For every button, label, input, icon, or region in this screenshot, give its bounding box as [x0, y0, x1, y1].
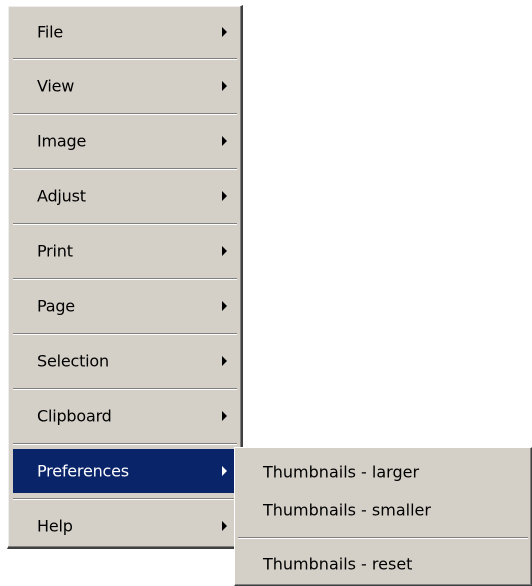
submenu-item-thumbnails-reset[interactable]: Thumbnails - reset: [238, 546, 528, 582]
menu-separator: [13, 168, 237, 170]
menu-separator: [13, 58, 237, 60]
submenu-item-thumbnails-larger[interactable]: Thumbnails - larger: [238, 454, 528, 490]
preferences-submenu: Thumbnails - larger Thumbnails - smaller…: [234, 447, 532, 586]
menu-item-label: Preferences: [37, 461, 129, 481]
menu-item-label: Help: [37, 516, 73, 536]
menu-item-label: View: [37, 76, 75, 96]
menu-item-page[interactable]: Page: [13, 284, 237, 328]
menu-item-label: File: [37, 22, 63, 42]
submenu-item-thumbnails-smaller[interactable]: Thumbnails - smaller: [238, 492, 528, 528]
menu-separator: [13, 388, 237, 390]
menu-separator: [13, 278, 237, 280]
menu-item-selection[interactable]: Selection: [13, 339, 237, 383]
chevron-right-icon: [222, 27, 227, 37]
menu-separator: [13, 443, 237, 445]
menu-item-help[interactable]: Help: [13, 504, 237, 548]
menu-item-label: Clipboard: [37, 406, 112, 426]
chevron-right-icon: [222, 301, 227, 311]
menu-item-preferences[interactable]: Preferences: [13, 449, 237, 493]
screen: File View Image Adjust Print Page Select…: [0, 0, 532, 586]
chevron-right-icon: [222, 81, 227, 91]
menu-item-adjust[interactable]: Adjust: [13, 174, 237, 218]
chevron-right-icon: [222, 411, 227, 421]
chevron-right-icon: [222, 246, 227, 256]
menu-item-label: Image: [37, 131, 87, 151]
menu-item-label: Page: [37, 296, 75, 316]
menu-separator: [13, 223, 237, 225]
menu-item-print[interactable]: Print: [13, 229, 237, 273]
submenu-separator: [238, 537, 528, 539]
menu-item-label: Adjust: [37, 186, 86, 206]
chevron-right-icon: [222, 356, 227, 366]
menu-item-view[interactable]: View: [13, 64, 237, 108]
menu-separator: [13, 333, 237, 335]
chevron-right-icon: [222, 521, 227, 531]
menu-item-file[interactable]: File: [13, 10, 237, 54]
menu-item-label: Print: [37, 241, 73, 261]
submenu-item-label: Thumbnails - smaller: [263, 500, 431, 520]
chevron-right-icon: [222, 136, 227, 146]
chevron-right-icon: [222, 466, 227, 476]
submenu-item-label: Thumbnails - larger: [263, 462, 420, 482]
context-menu: File View Image Adjust Print Page Select…: [7, 5, 243, 549]
submenu-item-label: Thumbnails - reset: [263, 554, 413, 574]
menu-item-label: Selection: [37, 351, 109, 371]
menu-item-clipboard[interactable]: Clipboard: [13, 394, 237, 438]
chevron-right-icon: [222, 191, 227, 201]
menu-separator: [13, 498, 237, 500]
menu-item-image[interactable]: Image: [13, 119, 237, 163]
menu-separator: [13, 113, 237, 115]
